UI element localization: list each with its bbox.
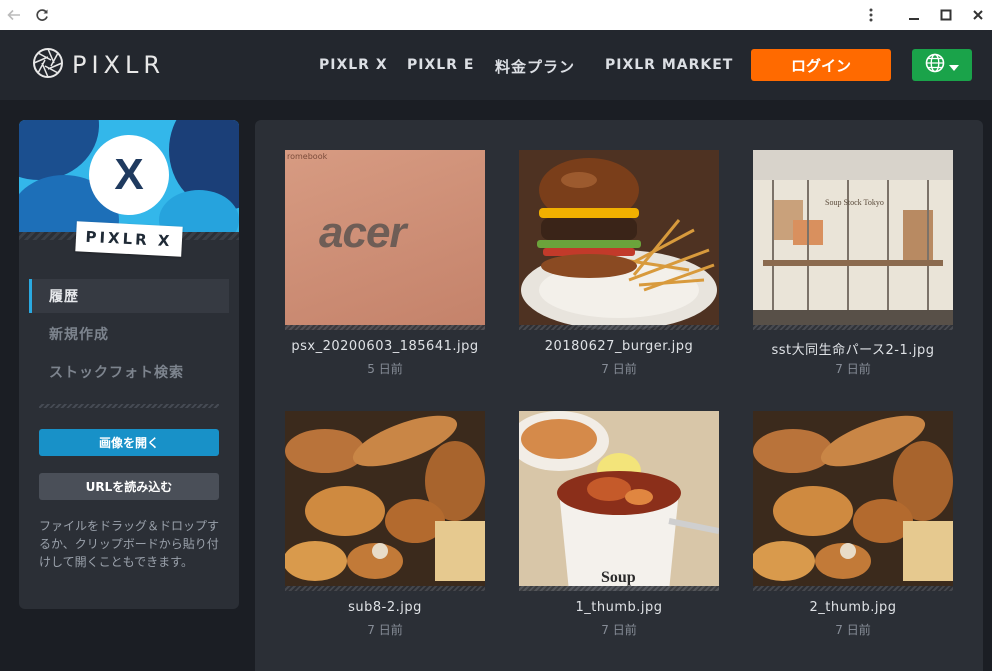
chevron-down-icon	[949, 56, 959, 75]
sidebar: X PIXLR X 履歴 新規作成 ストックフォト検索 画像を開く URLを読み…	[19, 120, 239, 609]
thumb-sign-text: Soup Stock Tokyo	[825, 198, 884, 207]
thumbnail-image[interactable]: romebook acer	[285, 150, 485, 330]
nav-pixlr-x[interactable]: PIXLR X	[319, 57, 388, 73]
sidebar-item-stock-search[interactable]: ストックフォト検索	[29, 355, 229, 389]
arrow-left-icon[interactable]	[4, 5, 24, 25]
pixlr-logo[interactable]: PIXLR	[32, 47, 166, 83]
minimize-icon[interactable]	[904, 5, 924, 25]
browser-toolbar	[0, 0, 992, 30]
file-name: 2_thumb.jpg	[809, 600, 897, 615]
thumb-cup-text: Soup	[601, 569, 636, 586]
login-button[interactable]: ログイン	[751, 49, 891, 81]
divider	[39, 404, 219, 408]
bread-photo	[285, 411, 485, 591]
reload-icon[interactable]	[32, 5, 52, 25]
thumb-caption: romebook	[287, 152, 328, 161]
thumbnail-image[interactable]: Soup Stock Tokyo	[753, 150, 953, 330]
logo-text: PIXLR	[72, 51, 166, 79]
nav-pricing[interactable]: 料金プラン	[495, 56, 575, 77]
thumb-brand-text: acer	[319, 208, 407, 257]
pixlr-x-tag: PIXLR X	[75, 221, 183, 257]
file-name: 1_thumb.jpg	[575, 600, 663, 615]
pixlr-x-emblem: X	[89, 135, 169, 215]
top-navigation: PIXLR PIXLR X PIXLR E 料金プラン PIXLR MARKET…	[0, 30, 992, 100]
nav-pixlr-e[interactable]: PIXLR E	[407, 57, 474, 73]
thumbnail-image[interactable]: Soup	[519, 411, 719, 591]
file-name: sst大同生命パース2-1.jpg	[771, 343, 935, 358]
language-button[interactable]	[912, 49, 972, 81]
thumbnail-image[interactable]	[285, 411, 485, 591]
sidebar-item-history[interactable]: 履歴	[29, 279, 229, 313]
file-name: 20180627_burger.jpg	[544, 339, 694, 354]
file-name: sub8-2.jpg	[348, 600, 422, 615]
thumbnail-image[interactable]	[519, 150, 719, 330]
file-age: 7 日前	[601, 623, 637, 637]
globe-icon	[925, 53, 945, 77]
thumbnail-image[interactable]	[753, 411, 953, 591]
file-age: 7 日前	[601, 362, 637, 376]
file-age: 7 日前	[835, 623, 871, 637]
load-url-button[interactable]: URLを読み込む	[39, 473, 219, 500]
nav-pixlr-market[interactable]: PIXLR MARKET	[605, 57, 733, 73]
soup-photo	[519, 411, 719, 591]
file-age: 5 日前	[367, 362, 403, 376]
sidebar-item-new[interactable]: 新規作成	[29, 317, 229, 351]
history-gallery: romebook acer psx_20200603_185641.jpg 5 …	[255, 120, 983, 671]
storefront-photo	[753, 150, 953, 330]
close-icon[interactable]	[968, 5, 988, 25]
kebab-menu-icon[interactable]	[861, 5, 881, 25]
open-image-button[interactable]: 画像を開く	[39, 429, 219, 456]
burger-photo	[519, 150, 719, 330]
bread-photo	[753, 411, 953, 591]
drop-help-text: ファイルをドラッグ＆ドロップするか、クリップボードから貼り付けして開くこともでき…	[39, 519, 220, 569]
file-age: 7 日前	[835, 362, 871, 376]
file-age: 7 日前	[367, 623, 403, 637]
file-name: psx_20200603_185641.jpg	[291, 339, 479, 354]
aperture-icon	[32, 47, 64, 83]
maximize-icon[interactable]	[936, 5, 956, 25]
